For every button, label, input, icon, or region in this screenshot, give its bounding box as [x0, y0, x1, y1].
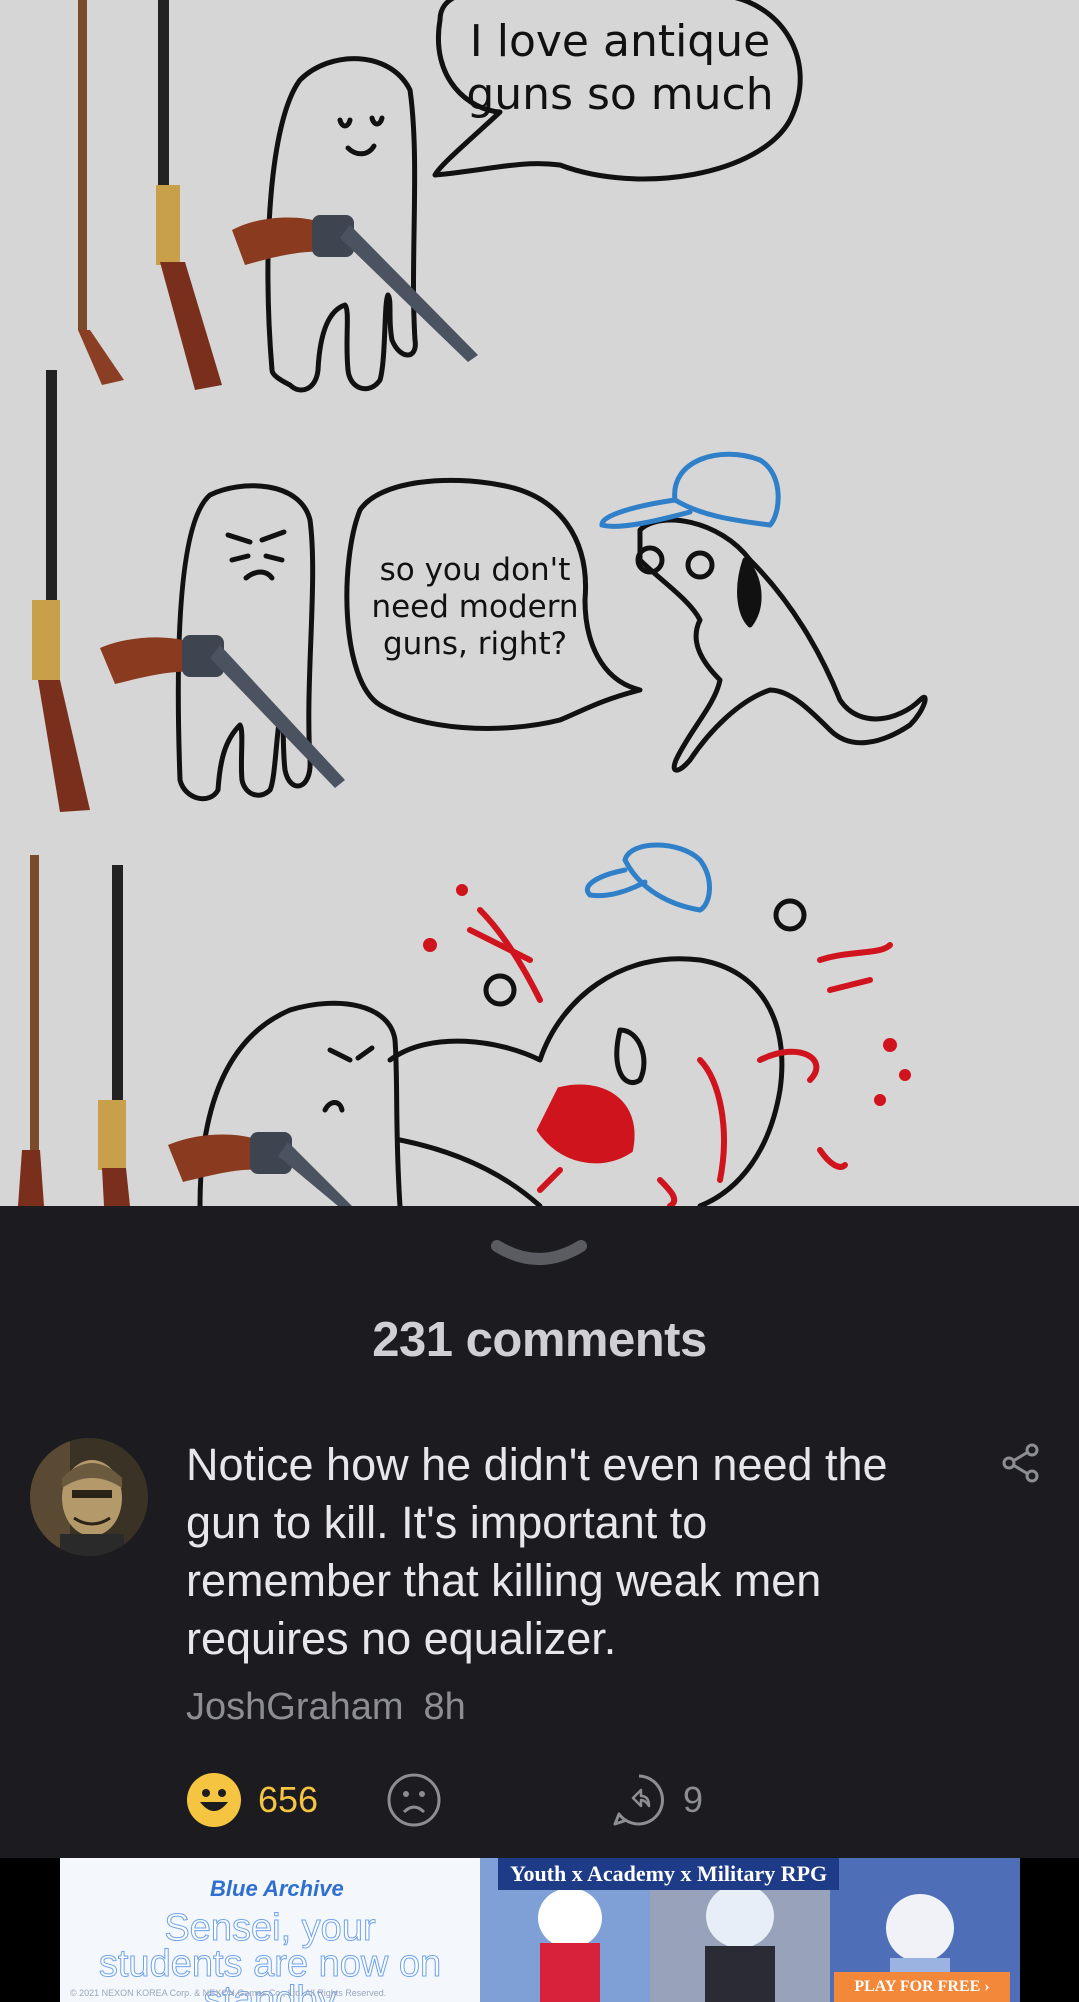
comment-time: 8h — [423, 1686, 466, 1728]
comment-meta: JoshGraham 8h — [186, 1686, 466, 1729]
panel2-speech-text: so you don't need modern guns, right? — [371, 552, 579, 663]
avatar-image — [30, 1438, 148, 1556]
ad-tagline: Youth x Academy x Military RPG — [498, 1858, 840, 1890]
comment-reactions: 656 9 — [186, 1772, 786, 1828]
reply-icon — [613, 1774, 664, 1826]
comment-body: Notice how he didn't even need the gun t… — [186, 1439, 888, 1664]
panel1-speech-text: I love antique guns so much — [466, 16, 774, 120]
upvote-button[interactable]: 656 — [186, 1772, 318, 1828]
post-image[interactable]: I love antique guns so much so you don't… — [0, 0, 1079, 1206]
ad-legal-text: © 2021 NEXON KOREA Corp. & NEXON Games C… — [70, 1988, 387, 1998]
share-icon[interactable] — [1000, 1442, 1042, 1484]
chevron-down-icon[interactable] — [489, 1238, 589, 1274]
downvote-button[interactable] — [386, 1772, 442, 1828]
reply-count: 9 — [683, 1779, 704, 1820]
upvote-count: 656 — [258, 1779, 319, 1820]
reply-button[interactable]: 9 — [611, 1772, 703, 1828]
avatar[interactable] — [30, 1438, 148, 1556]
ad-brand-logo: Blue Archive — [210, 1876, 344, 1901]
smile-icon — [187, 1773, 241, 1827]
ad-banner[interactable]: Blue Archive Sensei, your students are n… — [60, 1858, 1020, 2002]
frown-icon — [387, 1773, 441, 1827]
comments-count: 231 comments — [372, 1313, 707, 1367]
ad-play-button[interactable]: PLAY FOR FREE › — [834, 1972, 1010, 2002]
comment-author[interactable]: JoshGraham — [186, 1686, 404, 1728]
